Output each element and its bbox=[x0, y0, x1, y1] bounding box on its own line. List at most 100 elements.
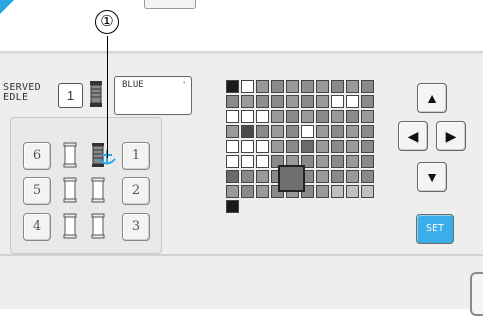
color-swatch[interactable] bbox=[286, 110, 299, 123]
color-swatch[interactable] bbox=[331, 155, 344, 168]
color-swatch[interactable] bbox=[316, 155, 329, 168]
arrow-right-button[interactable]: ▶ bbox=[436, 121, 466, 151]
color-swatch[interactable] bbox=[226, 200, 239, 213]
color-swatch[interactable] bbox=[316, 140, 329, 153]
color-swatch[interactable] bbox=[241, 80, 254, 93]
color-swatch[interactable] bbox=[256, 80, 269, 93]
color-swatch[interactable] bbox=[361, 125, 374, 138]
color-swatch[interactable] bbox=[361, 80, 374, 93]
color-swatch[interactable] bbox=[271, 80, 284, 93]
color-swatch[interactable] bbox=[271, 95, 284, 108]
needle-button-4[interactable]: 4 bbox=[23, 213, 51, 241]
color-swatch[interactable] bbox=[361, 155, 374, 168]
color-swatch[interactable] bbox=[226, 185, 239, 198]
panel-top-border bbox=[0, 51, 483, 54]
color-swatch[interactable] bbox=[316, 170, 329, 183]
color-swatch[interactable] bbox=[286, 140, 299, 153]
color-swatch[interactable] bbox=[226, 95, 239, 108]
color-swatch[interactable] bbox=[346, 155, 359, 168]
color-swatch[interactable] bbox=[361, 170, 374, 183]
color-swatch[interactable] bbox=[226, 110, 239, 123]
color-swatch[interactable] bbox=[346, 140, 359, 153]
top-tab bbox=[144, 0, 196, 9]
arrow-up-button[interactable]: ▲ bbox=[417, 83, 447, 113]
color-swatch[interactable] bbox=[301, 80, 314, 93]
corner-button[interactable] bbox=[470, 272, 483, 316]
needle-button-1[interactable]: 1 bbox=[122, 142, 150, 170]
color-swatch[interactable] bbox=[256, 140, 269, 153]
needle-button-2[interactable]: 2 bbox=[122, 177, 150, 205]
thread-color-display: BLUE ' bbox=[114, 76, 192, 115]
color-swatch[interactable] bbox=[226, 80, 239, 93]
color-swatch[interactable] bbox=[286, 80, 299, 93]
color-swatch[interactable] bbox=[301, 125, 314, 138]
needle-button-3[interactable]: 3 bbox=[122, 213, 150, 241]
color-swatch[interactable] bbox=[286, 95, 299, 108]
color-swatch[interactable] bbox=[271, 140, 284, 153]
color-swatch[interactable] bbox=[241, 95, 254, 108]
spool-icon bbox=[63, 213, 77, 239]
color-swatch[interactable] bbox=[241, 110, 254, 123]
color-swatch[interactable] bbox=[331, 170, 344, 183]
color-swatch[interactable] bbox=[286, 125, 299, 138]
selected-color-indicator bbox=[278, 165, 305, 192]
color-swatch[interactable] bbox=[301, 95, 314, 108]
color-swatch[interactable] bbox=[301, 110, 314, 123]
color-swatch[interactable] bbox=[256, 185, 269, 198]
color-swatch[interactable] bbox=[241, 170, 254, 183]
color-swatch[interactable] bbox=[331, 140, 344, 153]
color-swatch[interactable] bbox=[256, 95, 269, 108]
color-swatch[interactable] bbox=[361, 95, 374, 108]
color-swatch[interactable] bbox=[241, 125, 254, 138]
color-swatch[interactable] bbox=[271, 125, 284, 138]
corner-accent bbox=[0, 0, 14, 14]
color-swatch[interactable] bbox=[226, 140, 239, 153]
color-swatch[interactable] bbox=[331, 185, 344, 198]
color-swatch[interactable] bbox=[346, 125, 359, 138]
thread-color-tick: ' bbox=[183, 80, 185, 90]
reserved-needle-number: 1 bbox=[58, 83, 83, 108]
color-swatch[interactable] bbox=[226, 155, 239, 168]
color-swatch[interactable] bbox=[226, 125, 239, 138]
callout-number: ① bbox=[95, 10, 119, 34]
arrow-down-icon: ▼ bbox=[425, 169, 439, 185]
set-button[interactable]: SET bbox=[416, 214, 454, 244]
color-swatch[interactable] bbox=[256, 110, 269, 123]
color-swatch[interactable] bbox=[331, 80, 344, 93]
color-swatch[interactable] bbox=[256, 125, 269, 138]
color-swatch[interactable] bbox=[346, 110, 359, 123]
color-swatch[interactable] bbox=[316, 185, 329, 198]
color-swatch[interactable] bbox=[316, 110, 329, 123]
color-swatch[interactable] bbox=[316, 95, 329, 108]
arrow-right-icon: ▶ bbox=[445, 128, 457, 144]
arrow-up-icon: ▲ bbox=[425, 90, 439, 106]
thread-color-grid bbox=[226, 80, 375, 245]
color-swatch[interactable] bbox=[301, 140, 314, 153]
color-swatch[interactable] bbox=[331, 110, 344, 123]
color-swatch[interactable] bbox=[361, 140, 374, 153]
color-swatch[interactable] bbox=[226, 170, 239, 183]
color-swatch[interactable] bbox=[346, 95, 359, 108]
color-swatch[interactable] bbox=[271, 110, 284, 123]
color-swatch[interactable] bbox=[256, 155, 269, 168]
needle-button-6[interactable]: 6 bbox=[23, 142, 51, 170]
spool-icon bbox=[63, 177, 77, 203]
spool-icon bbox=[91, 177, 105, 203]
color-swatch[interactable] bbox=[316, 125, 329, 138]
needle-button-5[interactable]: 5 bbox=[23, 177, 51, 205]
color-swatch[interactable] bbox=[346, 80, 359, 93]
spool-icon bbox=[63, 142, 77, 168]
color-swatch[interactable] bbox=[346, 185, 359, 198]
color-swatch[interactable] bbox=[241, 140, 254, 153]
color-swatch[interactable] bbox=[316, 80, 329, 93]
color-swatch[interactable] bbox=[361, 110, 374, 123]
color-swatch[interactable] bbox=[241, 155, 254, 168]
color-swatch[interactable] bbox=[241, 185, 254, 198]
color-swatch[interactable] bbox=[331, 95, 344, 108]
arrow-left-button[interactable]: ◀ bbox=[398, 121, 428, 151]
color-swatch[interactable] bbox=[346, 170, 359, 183]
color-swatch[interactable] bbox=[361, 185, 374, 198]
arrow-down-button[interactable]: ▼ bbox=[417, 162, 447, 192]
color-swatch[interactable] bbox=[256, 170, 269, 183]
color-swatch[interactable] bbox=[331, 125, 344, 138]
